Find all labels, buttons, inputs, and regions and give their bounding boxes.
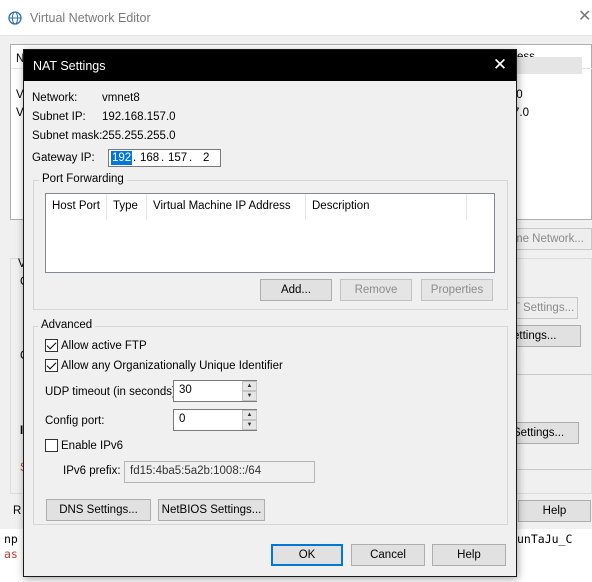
dns-settings-button[interactable]: DNS Settings... bbox=[46, 499, 151, 521]
config-port-value[interactable]: 0 bbox=[179, 413, 185, 425]
spin-up-icon[interactable]: ▲ bbox=[242, 410, 257, 420]
octet-separator: . bbox=[133, 152, 137, 164]
dialog-close-icon[interactable]: ✕ bbox=[488, 54, 512, 76]
bottom-button-fragment: R bbox=[13, 505, 22, 517]
port-forwarding-label: Port Forwarding bbox=[39, 173, 127, 185]
gateway-octet-4[interactable]: 2 bbox=[203, 151, 209, 165]
help-button[interactable]: Help bbox=[432, 544, 506, 566]
editor-close-icon[interactable]: ✕ bbox=[578, 8, 592, 26]
udp-timeout-spinner[interactable]: 30 ▲ ▼ bbox=[173, 380, 257, 402]
network-label: Network: bbox=[32, 92, 78, 104]
allow-active-ftp-checkbox[interactable] bbox=[45, 339, 58, 352]
divider bbox=[517, 374, 592, 375]
port-forwarding-header: Host Port Type Virtual Machine IP Addres… bbox=[46, 194, 494, 220]
octet-separator: . bbox=[189, 152, 193, 164]
allow-oui-checkbox[interactable] bbox=[45, 359, 58, 372]
config-port-spinner[interactable]: 0 ▲ ▼ bbox=[173, 409, 257, 431]
nat-settings-button[interactable]: T Settings... bbox=[508, 297, 578, 319]
dialog-title: NAT Settings bbox=[33, 59, 106, 73]
enable-ipv6-label[interactable]: Enable IPv6 bbox=[61, 440, 123, 452]
bridged-settings-button[interactable]: Settings... bbox=[508, 422, 579, 444]
nat-settings-dialog: NAT Settings ✕ Network: vmnet8 Subnet IP… bbox=[23, 49, 517, 577]
console-text: np bbox=[4, 532, 18, 546]
udp-timeout-label: UDP timeout (in seconds): bbox=[45, 386, 180, 398]
network-value: vmnet8 bbox=[102, 92, 140, 104]
dhcp-settings-button[interactable]: ettings... bbox=[508, 325, 581, 347]
gateway-octet-3[interactable]: 157 bbox=[168, 151, 187, 165]
column-type[interactable]: Type bbox=[107, 194, 147, 220]
spin-down-icon[interactable]: ▼ bbox=[242, 391, 257, 401]
allow-oui-label[interactable]: Allow any Organizationally Unique Identi… bbox=[61, 360, 283, 372]
gateway-octet-2[interactable]: 168 bbox=[140, 151, 159, 165]
divider bbox=[517, 469, 592, 470]
remove-button[interactable]: Remove bbox=[340, 279, 412, 301]
netbios-settings-button[interactable]: NetBIOS Settings... bbox=[158, 499, 265, 521]
subnet-ip-value: 192.168.157.0 bbox=[102, 111, 176, 123]
dialog-title-bar: NAT Settings ✕ bbox=[24, 50, 516, 81]
config-port-label: Config port: bbox=[45, 415, 105, 427]
spin-up-icon[interactable]: ▲ bbox=[242, 381, 257, 391]
enable-ipv6-checkbox[interactable] bbox=[45, 439, 58, 452]
properties-button[interactable]: Properties bbox=[421, 279, 493, 301]
gateway-ip-label: Gateway IP: bbox=[32, 152, 95, 164]
network-globe-icon bbox=[8, 11, 22, 25]
port-forwarding-list[interactable]: Host Port Type Virtual Machine IP Addres… bbox=[45, 193, 495, 273]
cancel-button[interactable]: Cancel bbox=[351, 544, 425, 566]
column-vm-ip-address[interactable]: Virtual Machine IP Address bbox=[147, 194, 306, 220]
add-button[interactable]: Add... bbox=[260, 279, 332, 301]
subnet-ip-label: Subnet IP: bbox=[32, 111, 86, 123]
advanced-label: Advanced bbox=[38, 319, 96, 331]
udp-timeout-value[interactable]: 30 bbox=[179, 384, 192, 396]
editor-title-bar: Virtual Network Editor ✕ bbox=[0, 0, 592, 36]
console-text: as bbox=[4, 547, 18, 561]
octet-separator: . bbox=[161, 152, 165, 164]
allow-active-ftp-label[interactable]: Allow active FTP bbox=[61, 340, 147, 352]
ipv6-prefix-value: fd15:4ba5:5a2b:1008::/64 bbox=[130, 465, 262, 477]
ipv6-prefix-label: IPv6 prefix: bbox=[63, 465, 121, 477]
spin-down-icon[interactable]: ▼ bbox=[242, 420, 257, 430]
subnet-mask-value: 255.255.255.0 bbox=[102, 130, 176, 142]
editor-title: Virtual Network Editor bbox=[30, 11, 151, 25]
column-description[interactable]: Description bbox=[306, 194, 467, 220]
rename-network-button[interactable]: me Network... bbox=[508, 228, 592, 250]
column-host-port[interactable]: Host Port bbox=[46, 194, 107, 220]
subnet-mask-label: Subnet mask: bbox=[32, 130, 103, 142]
console-text: unTaJu_C bbox=[517, 532, 573, 546]
gateway-octet-1[interactable]: 192 bbox=[111, 151, 133, 165]
editor-help-button[interactable]: Help bbox=[518, 500, 591, 522]
gateway-ip-field[interactable]: 192 . 168 . 157 . 2 bbox=[108, 149, 221, 167]
ipv6-prefix-field[interactable]: fd15:4ba5:5a2b:1008::/64 bbox=[124, 461, 315, 483]
ok-button[interactable]: OK bbox=[271, 544, 343, 566]
